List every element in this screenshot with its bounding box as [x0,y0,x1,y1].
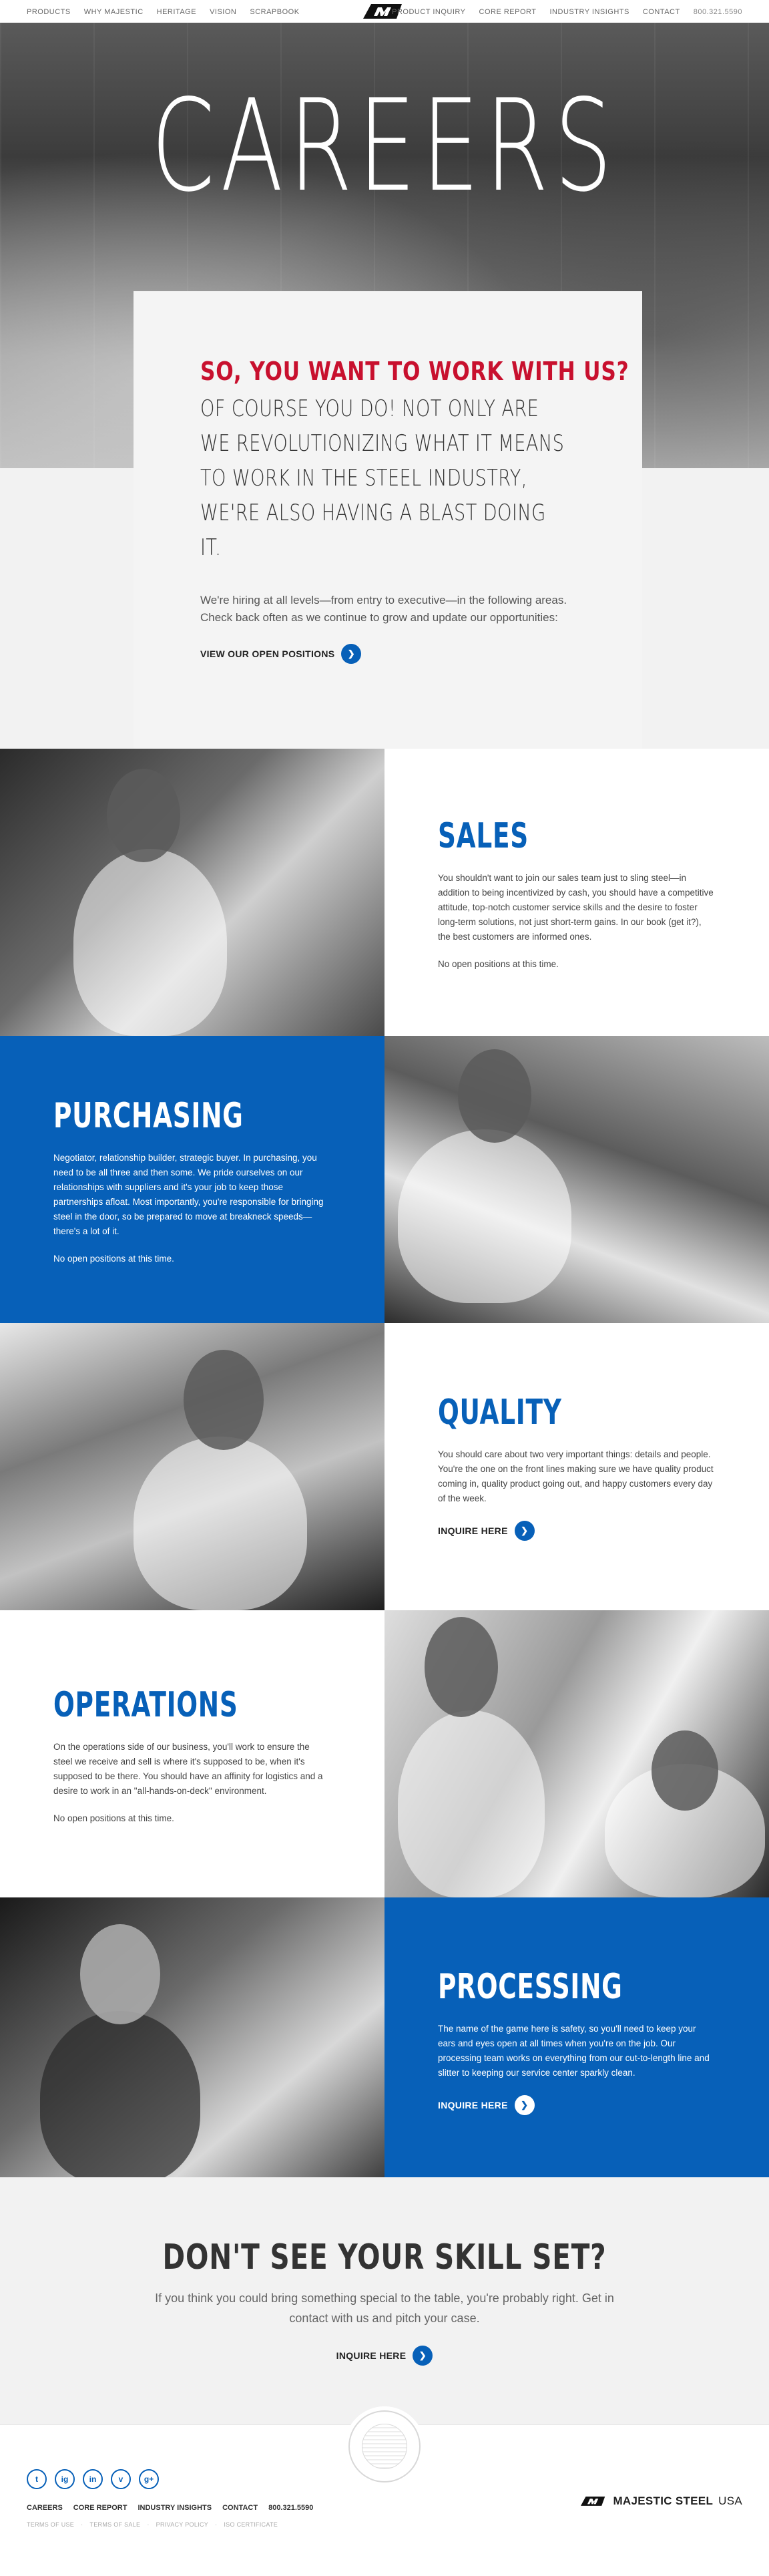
nav-product-inquiry[interactable]: PRODUCT INQUIRY [392,8,465,16]
brand-name: MAJESTIC STEEL [613,2495,714,2507]
footer-contact[interactable]: CONTACT [222,2504,258,2512]
linkedin-icon[interactable]: in [83,2469,103,2489]
operations-photo [384,1610,769,1897]
nav-core-report[interactable]: CORE REPORT [479,8,537,16]
iso-certificate-link[interactable]: ISO CERTIFICATE [224,2521,278,2528]
job-description: The name of the game here is safety, so … [438,2024,710,2078]
secondary-nav: PRODUCT INQUIRY CORE REPORT INDUSTRY INS… [392,8,742,16]
sales-panel: SALES You shouldn't want to join our sal… [384,749,769,1036]
footer-legal: TERMS OF USE · TERMS OF SALE · PRIVACY P… [27,2521,278,2528]
nav-phone[interactable]: 800.321.5590 [694,8,742,16]
nav-scrapbook[interactable]: SCRAPBOOK [250,8,299,16]
social-links: t ig in v g+ [27,2469,159,2489]
job-row-operations: OPERATIONS On the operations side of our… [0,1610,769,1897]
google-plus-icon[interactable]: g+ [139,2469,159,2489]
job-title: OPERATIONS [53,1684,238,1725]
purchasing-panel: PURCHASING Negotiator, relationship buil… [0,1036,384,1323]
inquire-label: INQUIRE HERE [438,1525,508,1536]
majestic-logo-icon [581,2497,605,2506]
job-status: No open positions at this time. [438,958,559,969]
footer-core-report[interactable]: CORE REPORT [73,2504,127,2512]
nav-vision[interactable]: VISION [210,8,236,16]
job-status: No open positions at this time. [53,1253,174,1264]
twitter-icon[interactable]: t [27,2469,47,2489]
intro-lead: OF COURSE YOU DO! NOT ONLY ARE WE REVOLU… [200,395,565,561]
skill-title: DON'T SEE YOUR SKILL SET? [162,2237,607,2277]
view-positions-link[interactable]: VIEW OUR OPEN POSITIONS ❯ [200,644,362,664]
job-description: On the operations side of our business, … [53,1741,323,1796]
footer-nav: CAREERS CORE REPORT INDUSTRY INSIGHTS CO… [27,2504,313,2512]
job-title: SALES [438,815,529,856]
terms-of-sale-link[interactable]: TERMS OF SALE [89,2521,140,2528]
job-title: QUALITY [438,1393,562,1433]
intro-headline: SO, YOU WANT TO WORK WITH US? [200,357,629,386]
nav-contact[interactable]: CONTACT [643,8,680,16]
top-nav: PRODUCTS WHY MAJESTIC HERITAGE VISION SC… [0,0,769,23]
skill-text: If you think you could bring something s… [155,2291,614,2325]
chevron-right-icon: ❯ [341,644,362,664]
inquire-label: INQUIRE HERE [438,2100,508,2110]
processing-photo [0,1897,384,2185]
nav-heritage[interactable]: HERITAGE [157,8,196,16]
job-row-quality: QUALITY You should care about two very i… [0,1323,769,1610]
vimeo-icon[interactable]: v [111,2469,131,2489]
inquire-label: INQUIRE HERE [336,2350,407,2361]
chevron-right-icon: ❯ [514,1521,535,1541]
processing-panel: PROCESSING The name of the game here is … [384,1897,769,2185]
instagram-icon[interactable]: ig [55,2469,75,2489]
job-description: You shouldn't want to join our sales tea… [438,872,714,942]
job-status: No open positions at this time. [53,1813,174,1823]
nav-products[interactable]: PRODUCTS [27,8,71,16]
quality-inquire-link[interactable]: INQUIRE HERE ❯ [438,1521,716,1541]
hero-title: CAREERS [151,72,618,220]
job-row-sales: SALES You shouldn't want to join our sal… [0,749,769,1036]
job-description: You should care about two very important… [438,1449,714,1503]
intro-card: SO, YOU WANT TO WORK WITH US? OF COURSE … [134,291,642,749]
job-title: PURCHASING [53,1095,244,1136]
footer-careers[interactable]: CAREERS [27,2504,63,2512]
job-description: Negotiator, relationship builder, strate… [53,1152,324,1236]
job-row-purchasing: PURCHASING Negotiator, relationship buil… [0,1036,769,1323]
quality-panel: QUALITY You should care about two very i… [384,1323,769,1610]
footer: t ig in v g+ CAREERS CORE REPORT INDUSTR… [0,2410,769,2576]
job-title: PROCESSING [438,1967,623,2007]
nav-why-majestic[interactable]: WHY MAJESTIC [84,8,144,16]
chevron-right-icon: ❯ [413,2346,433,2366]
processing-inquire-link[interactable]: INQUIRE HERE ❯ [438,2095,716,2115]
footer-phone[interactable]: 800.321.5590 [268,2504,313,2512]
purchasing-photo [384,1036,769,1323]
quality-photo [0,1323,384,1610]
nav-industry-insights[interactable]: INDUSTRY INSIGHTS [550,8,629,16]
privacy-policy-link[interactable]: PRIVACY POLICY [156,2521,208,2528]
primary-nav: PRODUCTS WHY MAJESTIC HERITAGE VISION SC… [27,8,300,16]
chevron-right-icon: ❯ [514,2095,535,2115]
footer-industry-insights[interactable]: INDUSTRY INSIGHTS [138,2504,212,2512]
footer-brand[interactable]: MAJESTIC STEEL USA [581,2495,742,2508]
terms-of-use-link[interactable]: TERMS OF USE [27,2521,74,2528]
skill-set-section: DON'T SEE YOUR SKILL SET? If you think y… [0,2177,769,2424]
skill-inquire-link[interactable]: INQUIRE HERE ❯ [336,2346,433,2366]
iso-seal-icon [348,2410,421,2482]
operations-panel: OPERATIONS On the operations side of our… [0,1610,384,1897]
intro-body: We're hiring at all levels—from entry to… [200,594,567,624]
job-row-processing: PROCESSING The name of the game here is … [0,1897,769,2185]
brand-suffix: USA [718,2495,742,2507]
view-positions-label: VIEW OUR OPEN POSITIONS [200,649,335,659]
sales-photo [0,749,384,1036]
